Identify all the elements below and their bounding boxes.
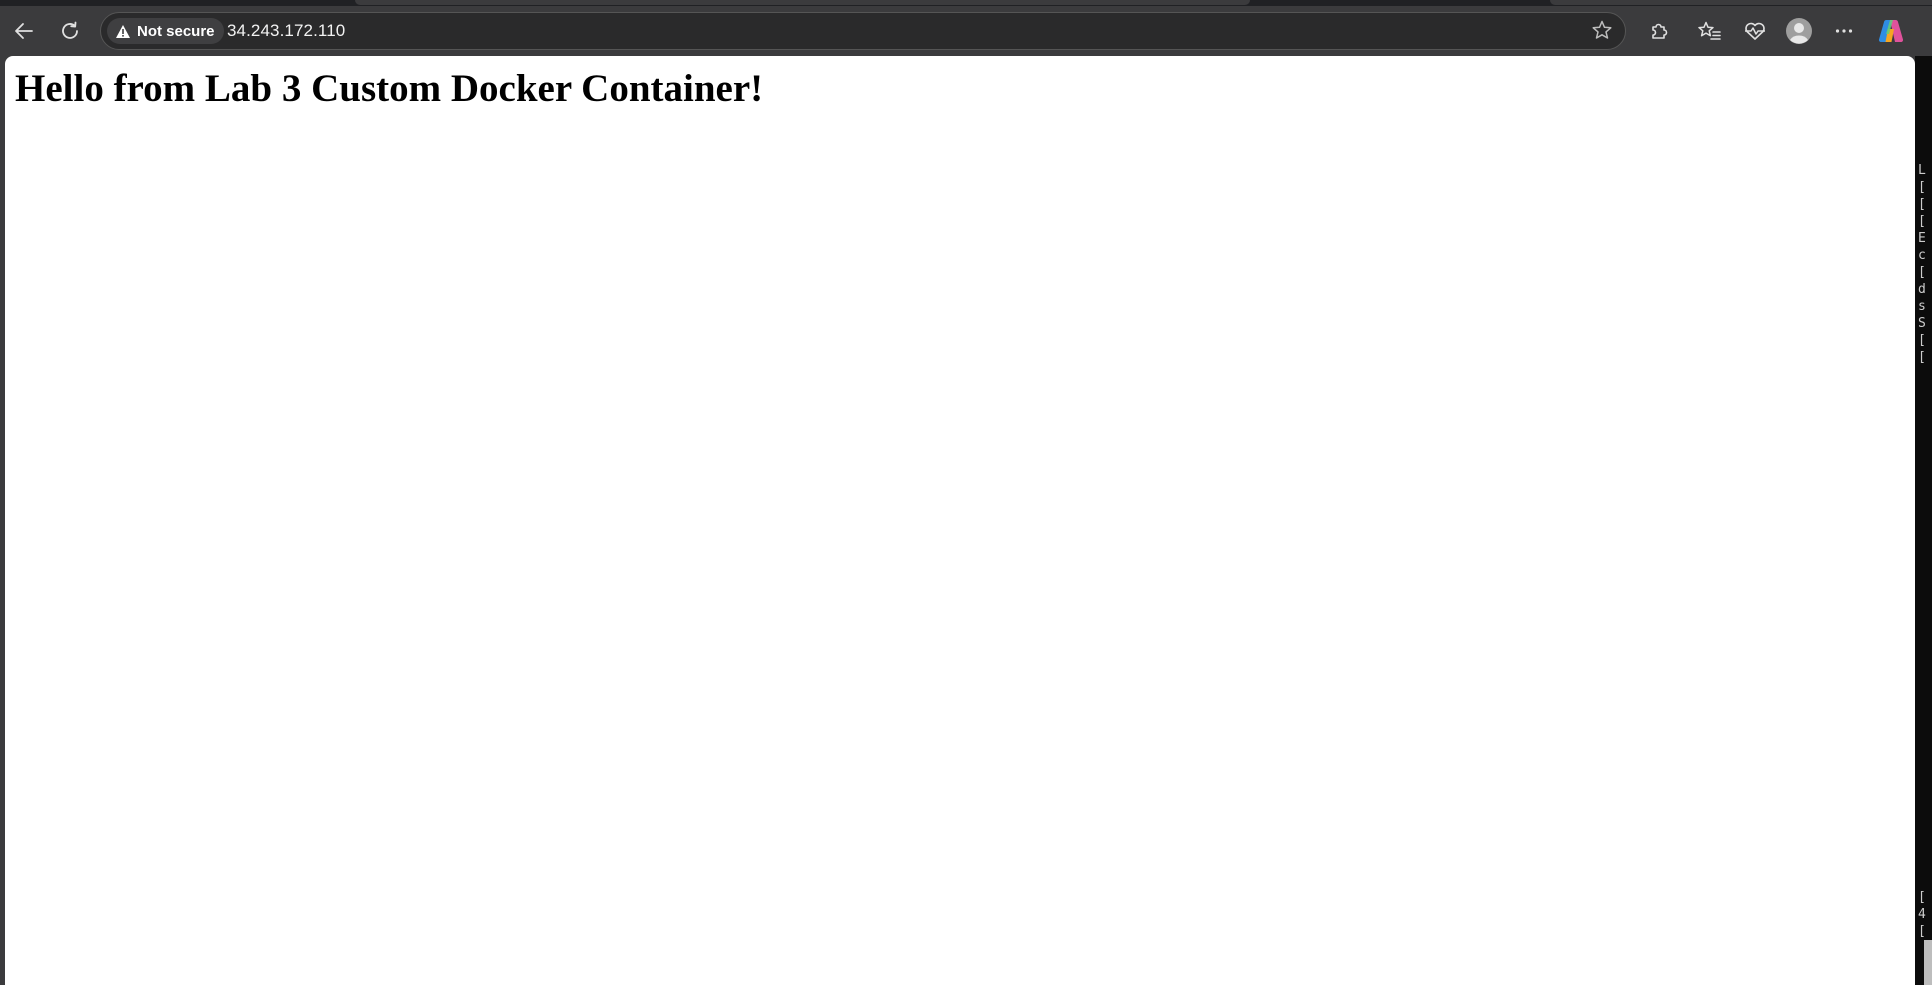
- terminal-line: L: [1918, 163, 1926, 178]
- url-text[interactable]: 34.243.172.110: [227, 21, 345, 41]
- site-info-button[interactable]: Not secure: [107, 18, 224, 44]
- tab-inactive[interactable]: [1550, 0, 1932, 5]
- star-icon: [1591, 19, 1613, 46]
- terminal-line: S: [1918, 316, 1926, 331]
- page-heading: Hello from Lab 3 Custom Docker Container…: [15, 67, 764, 110]
- terminal-line: [: [1918, 333, 1926, 348]
- page-viewport: Hello from Lab 3 Custom Docker Container…: [5, 56, 1915, 985]
- copilot-icon: [1877, 17, 1905, 45]
- favorites-list-icon: [1698, 20, 1722, 42]
- terminal-line: [: [1918, 197, 1926, 212]
- terminal-line: [: [1918, 214, 1926, 229]
- terminal-line: [: [1918, 890, 1926, 905]
- reload-icon: [59, 20, 81, 42]
- terminal-line: d: [1918, 282, 1926, 297]
- back-button[interactable]: [7, 14, 41, 48]
- terminal-line: [: [1918, 350, 1926, 365]
- tab-active[interactable]: [355, 0, 1250, 5]
- back-arrow-icon: [13, 20, 35, 42]
- more-dots-icon: [1833, 20, 1855, 42]
- terminal-window-fragment: L [ [ [ Ec [ d s S [ [ [4 [: [1915, 56, 1932, 985]
- security-label: Not secure: [137, 22, 215, 40]
- copilot-button[interactable]: [1874, 14, 1908, 48]
- warning-triangle-icon: [115, 24, 131, 39]
- browser-essentials-button[interactable]: [1738, 14, 1772, 48]
- browser-window: Not secure 34.243.172.110 Hello from Lab…: [0, 0, 1932, 985]
- terminal-line: [: [1918, 924, 1926, 939]
- puzzle-icon: [1648, 20, 1670, 42]
- favorite-button[interactable]: [1589, 19, 1615, 45]
- menu-button[interactable]: [1827, 14, 1861, 48]
- browser-toolbar: Not secure 34.243.172.110: [0, 6, 1932, 56]
- extensions-button[interactable]: [1642, 14, 1676, 48]
- avatar-icon: [1785, 17, 1813, 45]
- terminal-line: 4: [1918, 907, 1926, 922]
- terminal-line: E: [1918, 231, 1926, 246]
- reload-button[interactable]: [53, 14, 87, 48]
- terminal-scrollbar[interactable]: [1924, 940, 1932, 985]
- favorites-button[interactable]: [1693, 14, 1727, 48]
- terminal-line: [: [1918, 180, 1926, 195]
- profile-button[interactable]: [1782, 14, 1816, 48]
- heart-pulse-icon: [1743, 20, 1767, 42]
- terminal-line: [: [1918, 265, 1926, 280]
- terminal-line: s: [1918, 299, 1926, 314]
- address-bar[interactable]: Not secure 34.243.172.110: [100, 12, 1626, 50]
- terminal-line: c: [1918, 248, 1926, 263]
